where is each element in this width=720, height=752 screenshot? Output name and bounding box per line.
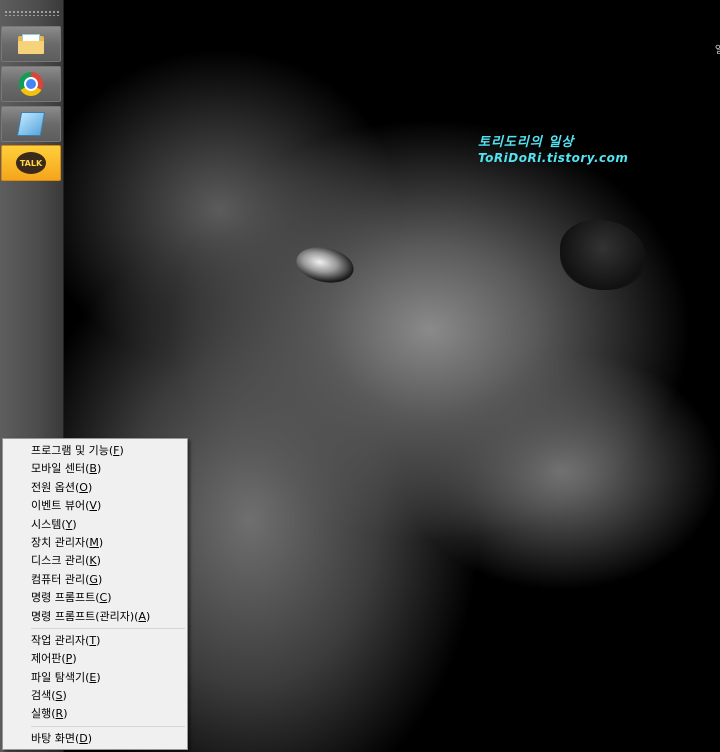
menu-item-label: 명령 프롬프트(관리자) [31, 609, 135, 623]
lion-nose [560, 220, 646, 290]
taskbar-grip[interactable] [4, 10, 60, 16]
menu-item-label: 작업 관리자 [31, 633, 86, 647]
menu-item[interactable]: 시스템(Y) [3, 516, 187, 534]
taskbar-button-notes[interactable] [1, 106, 61, 142]
menu-item-label: 검색 [31, 689, 52, 703]
folder-icon [18, 34, 44, 54]
menu-item[interactable]: 작업 관리자(T) [3, 632, 187, 650]
taskbar-button-kakaotalk[interactable]: TALK [1, 145, 61, 181]
menu-item-accelerator: (D) [74, 731, 93, 745]
menu-item[interactable]: 이벤트 뷰어(V) [3, 497, 187, 515]
menu-item-label: 실행 [31, 707, 52, 721]
menu-item-accelerator: (G) [85, 572, 103, 586]
menu-item-accelerator: (M) [85, 535, 104, 549]
menu-item-label: 전원 옵션 [31, 480, 75, 494]
menu-item-accelerator: (R) [51, 707, 68, 721]
menu-item-accelerator: (Y) [61, 517, 77, 531]
taskbar-button-explorer[interactable] [1, 26, 61, 62]
menu-item[interactable]: 장치 관리자(M) [3, 534, 187, 552]
menu-item-label: 장치 관리자 [31, 535, 86, 549]
menu-item-accelerator: (S) [51, 689, 67, 703]
menu-item-label: 시스템 [31, 517, 62, 531]
desktop-edge-text: 일 [712, 44, 720, 54]
menu-item[interactable]: 바탕 화면(D) [3, 730, 187, 748]
menu-item[interactable]: 명령 프롬프트(C) [3, 589, 187, 607]
menu-item-label: 명령 프롬프트 [31, 591, 96, 605]
menu-item-accelerator: (T) [85, 633, 101, 647]
menu-item-accelerator: (B) [85, 462, 102, 476]
menu-item[interactable]: 명령 프롬프트(관리자)(A) [3, 608, 187, 626]
menu-item-label: 제어판 [31, 652, 62, 666]
menu-item-label: 모바일 센터 [31, 462, 86, 476]
menu-item[interactable]: 디스크 관리(K) [3, 552, 187, 570]
menu-item-accelerator: (A) [134, 609, 151, 623]
lion-eye [293, 242, 357, 288]
menu-item-accelerator: (F) [108, 444, 124, 457]
menu-item-accelerator: (C) [95, 591, 112, 605]
power-user-context-menu: 프로그램 및 기능(F) 모바일 센터(B) 전원 옵션(O) 이벤트 뷰어(V) 시스… [2, 438, 188, 750]
menu-item-label: 컴퓨터 관리 [31, 572, 86, 586]
menu-item-accelerator: (O) [74, 480, 93, 494]
menu-item-label: 이벤트 뷰어 [31, 499, 86, 513]
menu-item[interactable]: 프로그램 및 기능(F) [3, 442, 187, 460]
menu-item[interactable]: 제어판(P) [3, 650, 187, 668]
menu-item-accelerator: (E) [85, 670, 101, 684]
menu-item-label: 디스크 관리 [31, 554, 86, 568]
menu-item-label: 바탕 화면 [31, 731, 75, 745]
menu-item[interactable]: 컴퓨터 관리(G) [3, 571, 187, 589]
menu-item-label: 프로그램 및 기능 [31, 444, 109, 457]
wallpaper-watermark-title: 토리도리의 일상 [478, 135, 575, 150]
wallpaper-watermark-url: ToRiDoRi.tistory.com [478, 151, 629, 165]
menu-item-accelerator: (P) [61, 652, 77, 666]
menu-separator [31, 725, 185, 727]
chrome-icon [19, 72, 43, 96]
menu-item[interactable]: 전원 옵션(O) [3, 479, 187, 497]
notes-icon [16, 112, 46, 136]
menu-item[interactable]: 모바일 센터(B) [3, 460, 187, 478]
menu-item-label: 파일 탐색기 [31, 670, 86, 684]
taskbar-button-chrome[interactable] [1, 66, 61, 102]
menu-item-accelerator: (K) [85, 554, 101, 568]
menu-item-accelerator: (V) [85, 499, 102, 513]
talk-icon: TALK [16, 152, 46, 174]
menu-item[interactable]: 파일 탐색기(E) [3, 669, 187, 687]
talk-icon-label: TALK [19, 158, 43, 168]
menu-item[interactable]: 실행(R) [3, 705, 187, 723]
menu-separator [31, 627, 185, 629]
menu-item[interactable]: 검색(S) [3, 687, 187, 705]
